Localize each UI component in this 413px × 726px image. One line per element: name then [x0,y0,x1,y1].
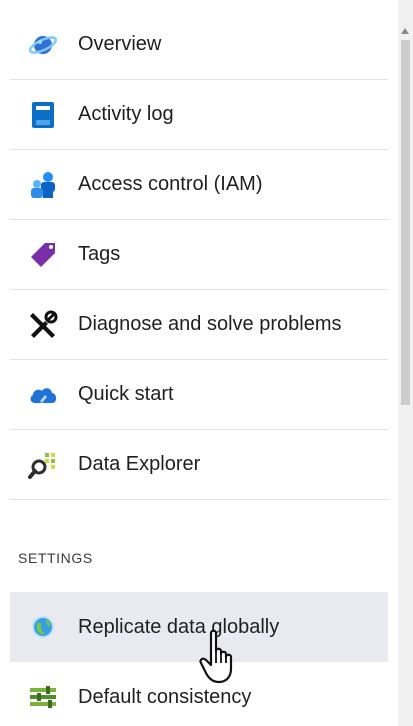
cloud-icon [26,378,60,412]
menu-item-tags[interactable]: Tags [10,220,388,290]
menu-item-overview[interactable]: Overview [10,10,388,80]
chevron-up-icon [401,28,409,34]
wrench-screwdriver-icon [26,308,60,342]
settings-section-header: SETTINGS [18,550,93,566]
menu-item-label: Replicate data globally [78,615,280,638]
tag-icon [26,238,60,272]
consistency-sliders-icon [26,680,60,714]
menu-item-label: Quick start [78,383,174,405]
access-control-icon [26,168,60,202]
menu-item-label: Access control (IAM) [78,173,263,195]
menu-item-data-explorer[interactable]: Data Explorer [10,430,388,500]
menu-item-access-control[interactable]: Access control (IAM) [10,150,388,220]
data-explorer-icon [26,448,60,482]
hand-pointer-cursor-icon [199,629,233,684]
menu-item-activity-log[interactable]: Activity log [10,80,388,150]
scroll-up-button[interactable] [398,0,413,38]
menu-item-label: Data Explorer [78,453,201,475]
menu-item-label: Activity log [78,103,174,125]
menu-item-quick-start[interactable]: Quick start [10,360,388,430]
overview-planet-icon [26,28,60,62]
menu-item-label: Overview [78,33,162,55]
menu-item-label: Default consistency [78,685,252,708]
vertical-scrollbar[interactable] [398,0,413,726]
menu-item-label: Tags [78,243,121,265]
activity-log-icon [26,98,60,132]
scrollbar-thumb[interactable] [401,40,410,405]
globe-icon [26,610,60,644]
menu-item-label: Diagnose and solve problems [78,313,342,335]
menu-item-diagnose[interactable]: Diagnose and solve problems [10,290,388,360]
resource-menu-panel: Overview Activity log Access control (IA… [0,0,413,726]
